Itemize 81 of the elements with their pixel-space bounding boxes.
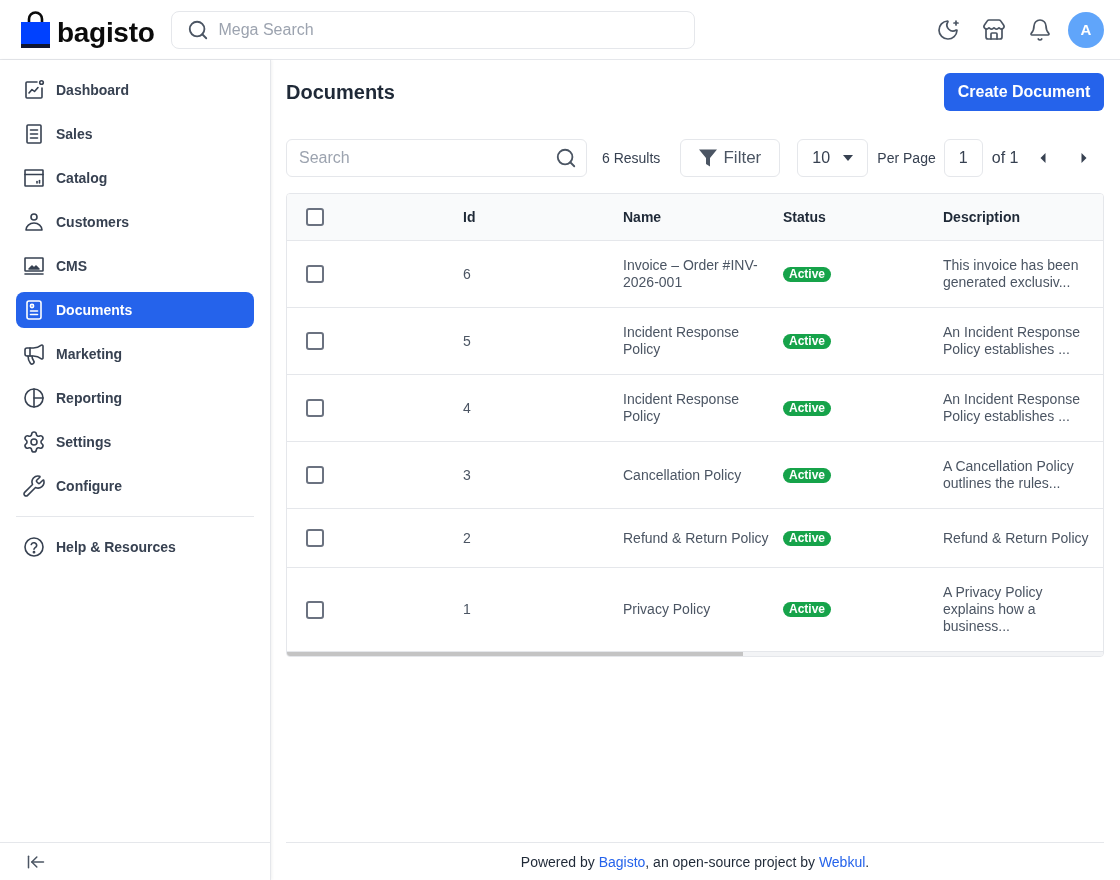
bell-icon xyxy=(1028,17,1052,42)
status-badge: Active xyxy=(783,467,832,483)
sidebar-item[interactable]: Reporting xyxy=(16,380,254,416)
table-cell-text: Refund & Return Policy xyxy=(623,529,770,547)
table-cell-text: This invoice has been generated exclusiv... xyxy=(943,257,1080,291)
column-header[interactable]: Name xyxy=(623,209,662,225)
table-cell-text: Refund & Return Policy xyxy=(943,529,1090,547)
monitor-icon xyxy=(22,254,46,278)
window-icon xyxy=(22,166,46,190)
row-checkbox[interactable] xyxy=(306,399,324,417)
caret-down-icon xyxy=(843,155,854,161)
create-document-button[interactable]: Create Document xyxy=(944,73,1104,111)
storefront-button[interactable] xyxy=(982,17,1006,42)
table-cell-text: Invoice – Order #INV-2026-001 xyxy=(623,257,759,291)
scrollbar-thumb[interactable] xyxy=(287,652,743,656)
table-cell: 5 xyxy=(463,332,471,350)
filter-button[interactable]: Filter xyxy=(680,139,781,177)
dark-mode-button[interactable] xyxy=(936,17,960,42)
wrench-icon xyxy=(22,474,46,498)
per-page-label: Per Page xyxy=(877,150,936,166)
status-badge: Active xyxy=(783,530,832,546)
select-all-checkbox[interactable] xyxy=(306,208,324,226)
column-header[interactable]: Id xyxy=(463,209,476,225)
row-checkbox[interactable] xyxy=(306,265,324,283)
search-field[interactable]: Search xyxy=(286,139,587,177)
table-cell: 3 xyxy=(463,466,471,484)
search-icon xyxy=(555,147,577,169)
table-cell-text: An Incident Response Policy establishes ... xyxy=(943,324,1081,358)
settings-icon xyxy=(22,430,46,454)
status-badge: Active xyxy=(783,333,832,349)
search-icon xyxy=(187,18,210,41)
help-icon xyxy=(22,535,46,559)
funnel-icon xyxy=(699,149,718,167)
table-cell-text: Cancellation Policy xyxy=(623,466,743,484)
table-cell-text: A Cancellation Policy outlines the rules... xyxy=(943,458,1075,492)
user-icon xyxy=(22,210,46,234)
store-icon xyxy=(982,17,1006,42)
help-link[interactable]: Help & Resources xyxy=(16,529,254,565)
notifications-button[interactable] xyxy=(1028,17,1052,42)
brand-logo-text: bagisto xyxy=(57,18,155,48)
sidebar-item[interactable]: Catalog xyxy=(16,160,254,196)
table-cell-text: Incident Response Policy xyxy=(623,324,740,358)
row-checkbox[interactable] xyxy=(306,332,324,350)
status-badge: Active xyxy=(783,602,832,617)
status-badge: Active xyxy=(783,400,832,416)
per-page-select[interactable]: 10 xyxy=(797,139,869,177)
table-cell-text: Privacy Policy xyxy=(623,601,712,618)
row-checkbox[interactable] xyxy=(306,466,324,484)
sidebar-item[interactable]: Dashboard xyxy=(16,72,254,108)
table-cell-text: An Incident Response Policy establishes ... xyxy=(943,391,1081,425)
chart-icon xyxy=(22,78,46,102)
row-checkbox[interactable] xyxy=(306,529,324,547)
sidebar-item[interactable]: Customers xyxy=(16,204,254,240)
sidebar-item[interactable]: Documents xyxy=(16,292,254,328)
sidebar-item[interactable]: Configure xyxy=(16,468,254,504)
sidebar-item[interactable]: Sales xyxy=(16,116,254,152)
row-checkbox[interactable] xyxy=(306,600,324,619)
page-total: of 1 xyxy=(991,149,1019,167)
results-count: 6 Results xyxy=(602,150,661,166)
sidebar-item[interactable]: Marketing xyxy=(16,336,254,372)
table-cell: 2 xyxy=(463,529,471,547)
mega-search-field[interactable]: Mega Search xyxy=(171,10,696,49)
caret-left-icon xyxy=(1040,153,1046,163)
caret-right-icon xyxy=(1081,153,1087,163)
page-number-field[interactable]: 1 xyxy=(943,139,983,177)
status-badge: Active xyxy=(783,266,832,282)
table-cell: 1 xyxy=(463,601,471,618)
pie-chart-icon xyxy=(22,386,46,410)
sidebar-item[interactable]: Settings xyxy=(16,424,254,460)
megaphone-icon xyxy=(22,342,46,366)
table-cell: 4 xyxy=(463,399,471,417)
page-title: Documents xyxy=(286,80,395,104)
column-header[interactable]: Description xyxy=(943,209,1020,225)
shopping-bag-logo-icon xyxy=(21,11,50,48)
footer-credit: Powered by Bagisto, an open-source project by Webkul. xyxy=(520,853,870,870)
moon-star-icon xyxy=(936,17,960,42)
column-header[interactable]: Status xyxy=(783,209,826,225)
sidebar-item[interactable]: CMS xyxy=(16,248,254,284)
table-cell-text: Incident Response Policy xyxy=(623,391,740,425)
table-cell: 6 xyxy=(463,265,471,283)
table-cell-text: A Privacy Policy explains how a business... xyxy=(943,584,1044,635)
